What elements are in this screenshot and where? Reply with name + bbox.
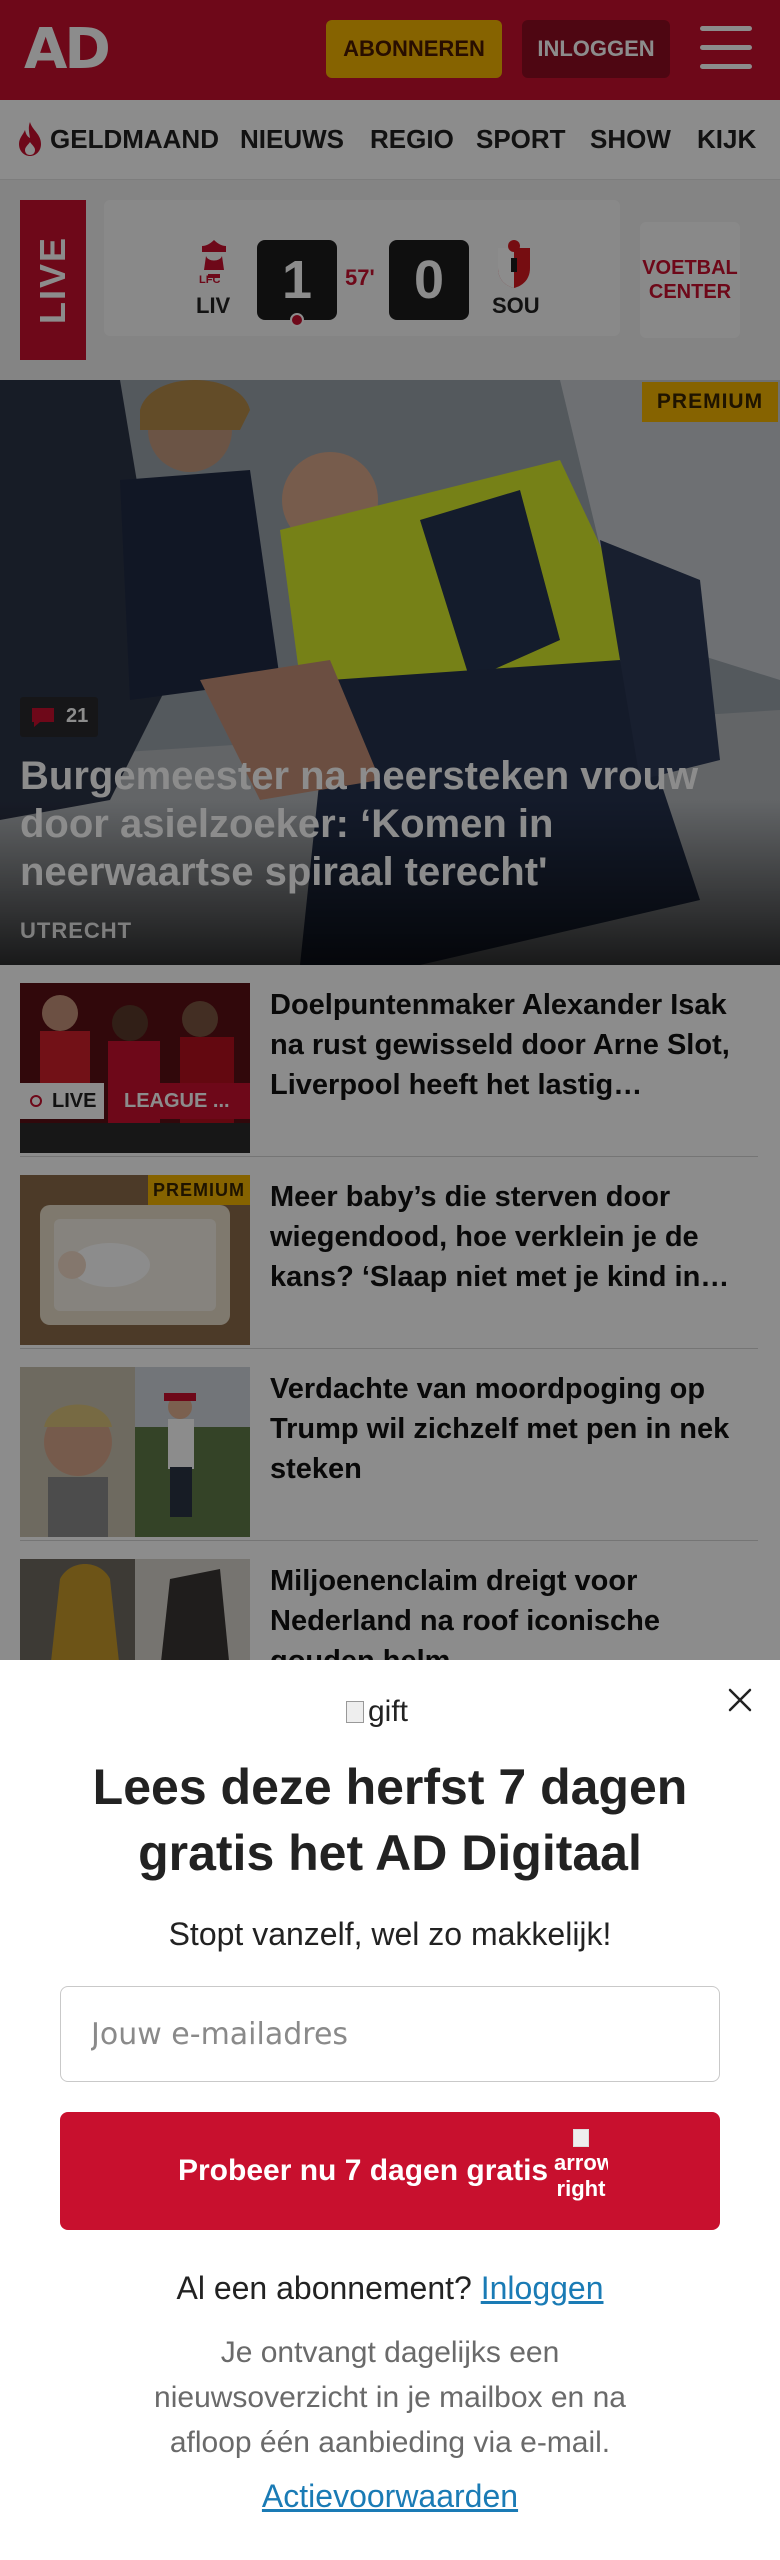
- modal-subtitle: Stopt vanzelf, wel zo makkelijk!: [168, 1916, 612, 1952]
- try-free-button[interactable]: Probeer nu 7 dagen gratis arrow right: [60, 2112, 720, 2230]
- terms-link[interactable]: Actievoorwaarden: [40, 2478, 740, 2515]
- gift-icon: gift: [346, 1690, 446, 1734]
- newsletter-info: Je ontvangt dagelijks een nieuwsoverzich…: [154, 2336, 626, 2459]
- email-field[interactable]: [60, 1986, 720, 2082]
- login-link[interactable]: Inloggen: [481, 2270, 604, 2306]
- existing-subscriber-line: Al een abonnement? Inloggen: [176, 2270, 604, 2306]
- arrow-right-icon: arrow right: [554, 2124, 608, 2220]
- modal-title: Lees deze herfst 7 dagen gratis het AD D…: [92, 1759, 688, 1881]
- close-icon[interactable]: [722, 1682, 758, 1718]
- modal-backdrop[interactable]: [0, 0, 780, 1660]
